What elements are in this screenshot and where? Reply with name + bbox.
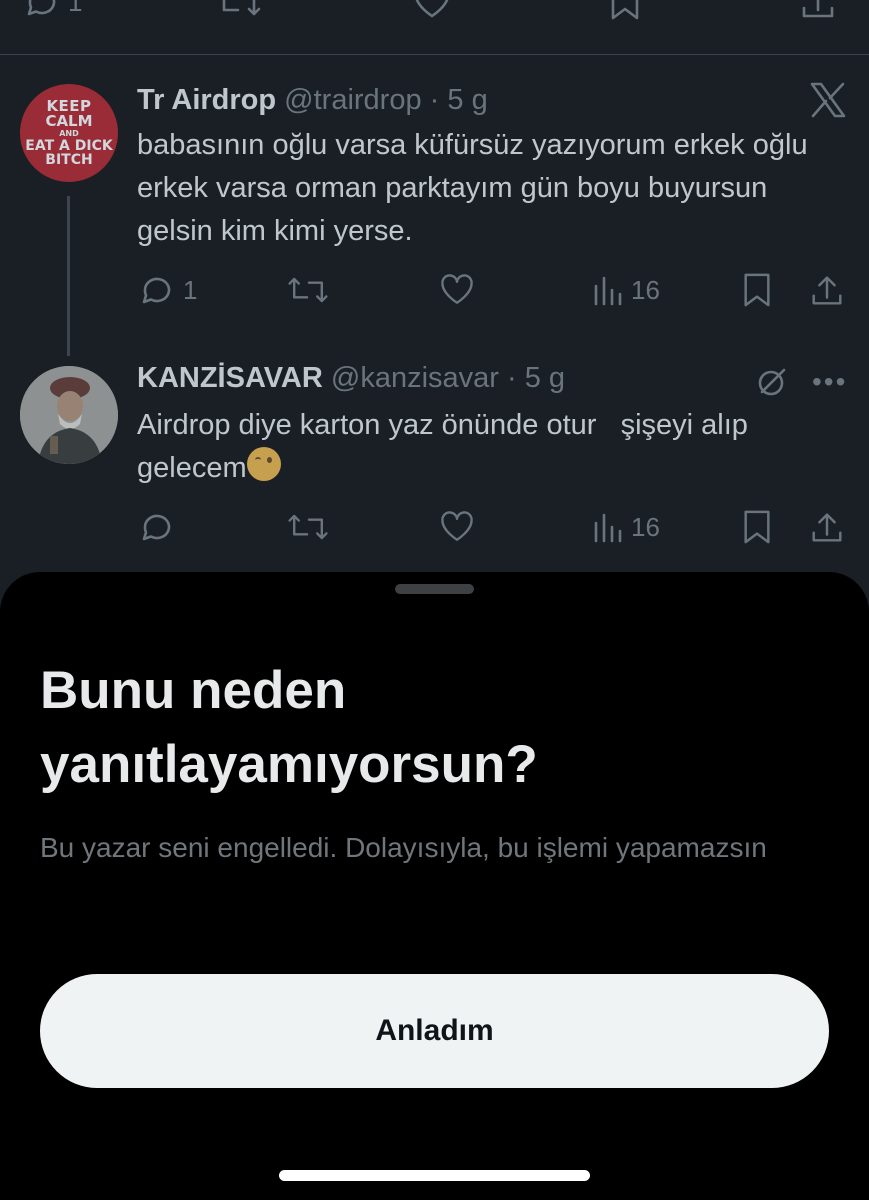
share-button[interactable] [798, 0, 838, 22]
tweet-header: Tr Airdrop @trairdrop · 5 g [137, 84, 488, 117]
repost-button[interactable] [214, 0, 264, 22]
sheet-title: Bunu neden yanıtlayamıyorsun? [40, 661, 538, 794]
author-name[interactable]: KANZİSAVAR [137, 362, 323, 394]
reply-icon [27, 0, 56, 16]
more-icon[interactable]: ••• [812, 366, 847, 398]
like-button[interactable] [437, 507, 477, 547]
bookmark-button[interactable] [740, 507, 774, 547]
bookmark-icon [744, 273, 770, 307]
avatar-portrait [20, 366, 118, 464]
like-icon [441, 274, 473, 304]
avatar-text-line: BITCH [45, 152, 93, 168]
views-icon [594, 513, 622, 543]
view-count: 16 [631, 274, 660, 305]
share-button[interactable] [808, 270, 846, 310]
avatar[interactable] [20, 366, 118, 464]
avatar-text-line: EAT A DICK [25, 138, 113, 154]
bookmark-icon [611, 0, 639, 20]
bookmark-button[interactable] [740, 270, 774, 310]
repost-button[interactable] [285, 507, 331, 547]
like-icon [441, 511, 473, 541]
avatar-text-line: AND [59, 129, 79, 138]
bookmark-icon [744, 510, 770, 544]
share-icon [802, 0, 834, 18]
tweet-actions: 1 16 [0, 270, 869, 310]
tweet-text: Airdrop diye karton yaz önünde otur şişe… [137, 404, 817, 490]
blocked-reply-sheet: Bunu neden yanıtlayamıyorsun? Bu yazar s… [0, 572, 869, 1200]
views-icon [594, 276, 622, 306]
view-count: 16 [631, 511, 660, 542]
tweet-time: · 5 g [429, 84, 488, 116]
avatar-text-line: CALM [45, 112, 93, 130]
reply-button[interactable]: 1 [137, 270, 197, 310]
repost-icon [288, 514, 328, 540]
author-handle[interactable]: @trairdrop [284, 84, 421, 116]
repost-icon [288, 277, 328, 303]
share-button[interactable] [808, 507, 846, 547]
tweet-time: · 5 g [507, 362, 566, 394]
reply-button[interactable] [137, 507, 177, 547]
reply-icon [142, 277, 171, 304]
avatar[interactable]: KEEP CALM AND EAT A DICK BITCH [20, 84, 118, 182]
tweet-text-content: Airdrop diye karton yaz önünde otur şişe… [137, 409, 757, 484]
reply-icon [142, 514, 171, 541]
views-button[interactable]: 16 [591, 270, 660, 310]
tweet-actions-top: 1 [0, 0, 869, 22]
share-icon [812, 276, 842, 305]
repost-icon [222, 0, 261, 16]
author-handle[interactable]: @kanzisavar [331, 362, 499, 394]
separator [0, 54, 869, 55]
tweet-header: KANZİSAVAR @kanzisavar · 5 g [137, 362, 565, 395]
sheet-drag-handle[interactable] [395, 584, 474, 594]
tweet-actions: 16 [0, 507, 869, 547]
reply-count: 1 [183, 274, 198, 305]
emoji-wink-icon [246, 447, 281, 481]
author-name[interactable]: Tr Airdrop [137, 84, 276, 116]
got-it-button[interactable]: Anladım [40, 974, 829, 1088]
sheet-description: Bu yazar seni engelledi. Dolayısıyla, bu… [40, 832, 767, 863]
share-icon [812, 513, 842, 542]
tweet-text: babasının oğlu varsa küfürsüz yazıyorum … [137, 129, 808, 247]
like-button[interactable] [410, 0, 454, 22]
like-button[interactable] [437, 270, 477, 310]
grok-icon[interactable] [756, 366, 788, 398]
like-icon [415, 0, 449, 18]
home-indicator[interactable] [279, 1170, 590, 1181]
reply-count: 1 [68, 0, 83, 17]
x-logo-icon [810, 82, 846, 118]
repost-button[interactable] [285, 270, 331, 310]
bookmark-button[interactable] [607, 0, 643, 22]
views-button[interactable]: 16 [591, 507, 660, 547]
reply-button[interactable]: 1 [22, 0, 82, 22]
